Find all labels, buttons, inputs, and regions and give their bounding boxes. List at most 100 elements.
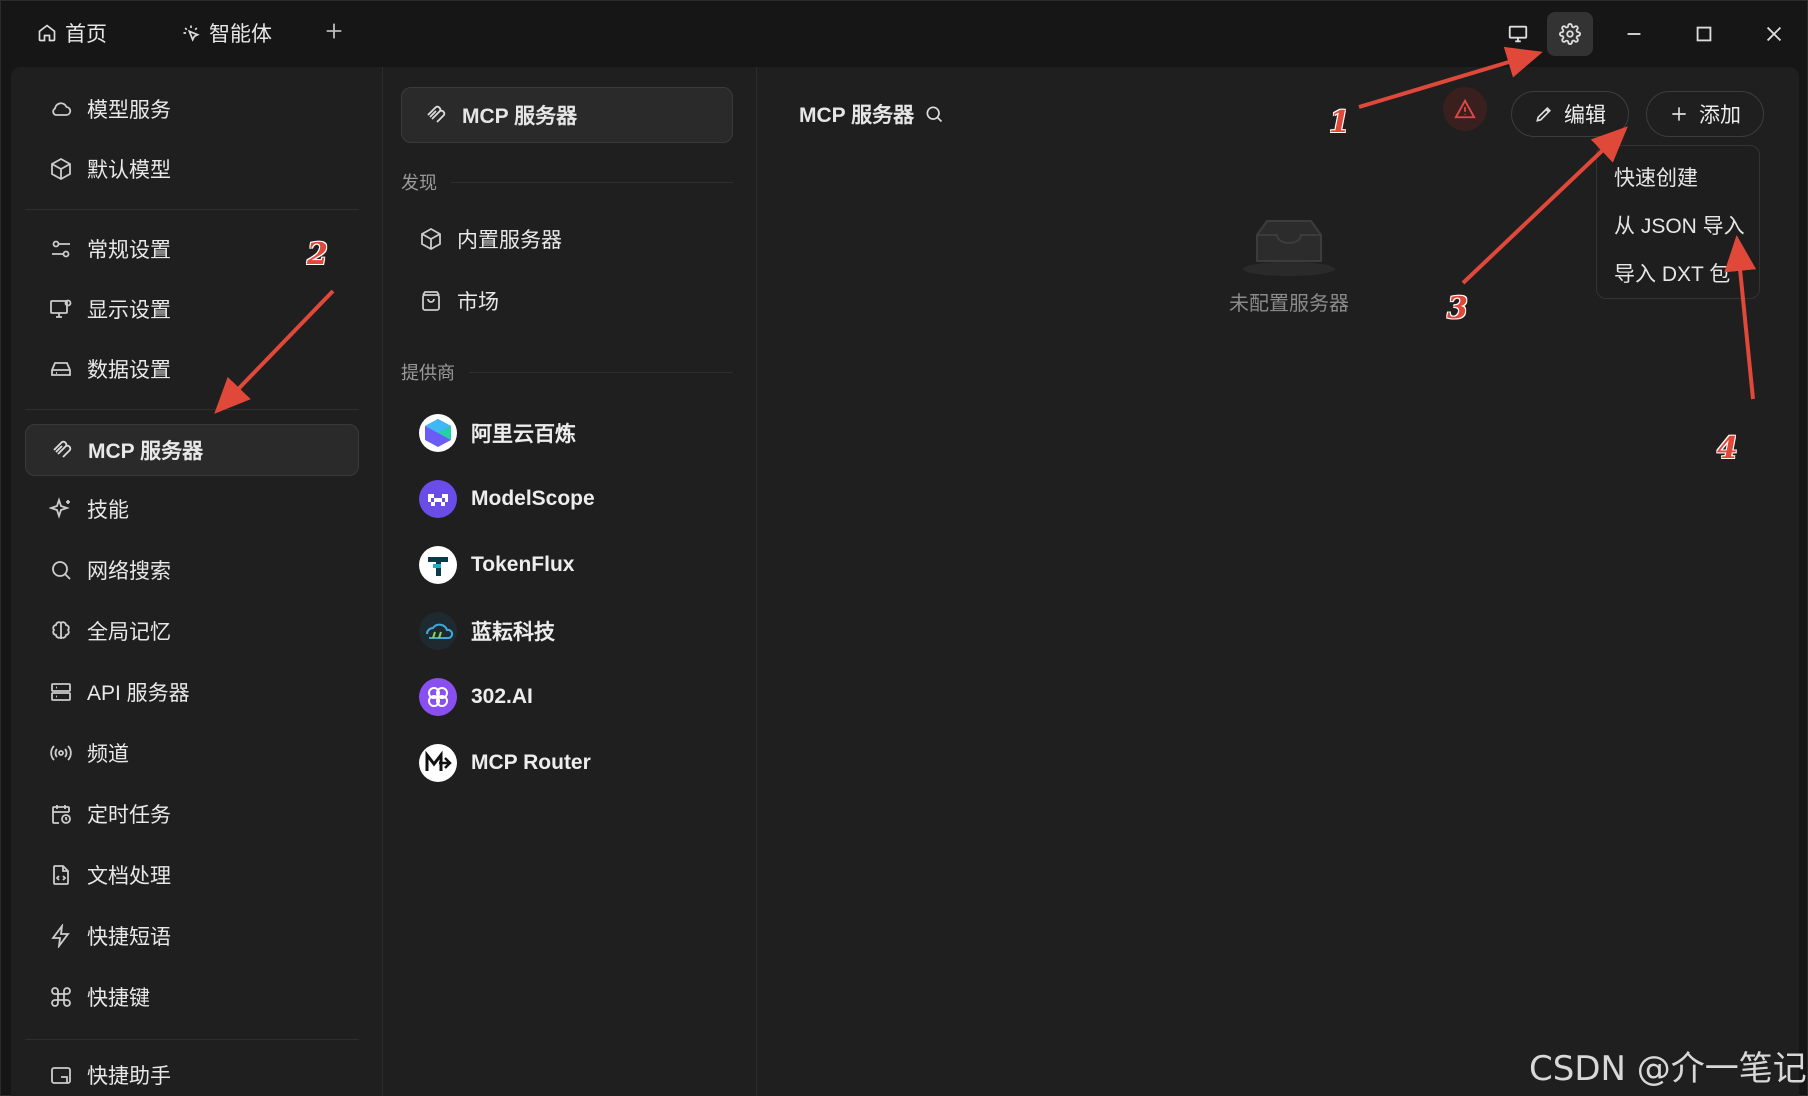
tab-home-label: 首页 — [65, 23, 107, 46]
discover-label: 发现 — [401, 173, 437, 193]
search-icon — [52, 561, 71, 580]
empty-inbox-icon — [1243, 220, 1335, 276]
annotation-number-1: 1 — [1329, 105, 1350, 140]
mcp-sub-sidebar: MCP 服务器 发现 内置服务器 市场 提供商 阿里云百炼 ModelScope… — [383, 67, 757, 1096]
provider-item-bailian[interactable]: 阿里云百炼 — [419, 411, 576, 455]
sidebar-item-api-server[interactable]: API 服务器 — [25, 666, 359, 718]
new-tab-button[interactable] — [321, 18, 347, 44]
close-icon — [1766, 26, 1782, 42]
sidebar-item-label: 显示设置 — [87, 299, 171, 322]
providers-label: 提供商 — [401, 363, 455, 383]
cloud-icon — [52, 102, 72, 116]
page-title-text: MCP 服务器 — [799, 104, 915, 127]
empty-state: 未配置服务器 — [1219, 213, 1359, 316]
minimize-button[interactable] — [1611, 12, 1657, 56]
builtin-servers-label: 内置服务器 — [457, 229, 562, 252]
mcp-icon — [53, 440, 72, 458]
edit-button[interactable]: 编辑 — [1511, 91, 1629, 137]
sidebar-item-display-settings[interactable]: 显示设置 — [25, 283, 359, 335]
section-divider — [469, 371, 733, 373]
annotation-number-2: 2 — [307, 237, 328, 272]
display-toggle-button[interactable] — [1495, 12, 1541, 56]
zap-icon — [51, 924, 70, 948]
plus-icon — [326, 23, 342, 39]
sidebar-item-channel[interactable]: 频道 — [25, 727, 359, 779]
page-title: MCP 服务器 — [799, 99, 944, 129]
tab-home[interactable]: 首页 — [37, 15, 107, 51]
sparkle-cursor-icon — [183, 25, 200, 42]
sliders-icon — [52, 240, 70, 258]
mcp-servers-header-label: MCP 服务器 — [462, 105, 578, 128]
sidebar-item-label: 网络搜索 — [87, 560, 171, 583]
provider-label: 蓝耘科技 — [471, 621, 555, 644]
sidebar-item-label: 文档处理 — [87, 865, 171, 888]
command-icon — [51, 987, 71, 1007]
sidebar-item-default-model[interactable]: 默认模型 — [25, 143, 359, 195]
sidebar-item-web-search[interactable]: 网络搜索 — [25, 544, 359, 596]
builtin-servers-item[interactable]: 内置服务器 — [419, 217, 562, 261]
settings-button[interactable] — [1547, 12, 1593, 56]
search-icon[interactable] — [924, 104, 944, 124]
warning-icon — [1454, 98, 1476, 119]
pencil-icon — [1536, 106, 1552, 122]
tab-agent[interactable]: 智能体 — [181, 15, 272, 51]
settings-sidebar: 模型服务 默认模型 常规设置 显示设置 数据设置 MCP 服务器 技能 网络搜索… — [11, 67, 383, 1096]
provider-item-mcp-router[interactable]: MCP Router — [419, 741, 591, 785]
sidebar-divider — [25, 1039, 359, 1040]
brain-icon — [52, 621, 70, 639]
sparkles-icon — [49, 497, 70, 519]
sidebar-item-label: 定时任务 — [87, 804, 171, 827]
mcp-router-logo-icon — [419, 744, 457, 782]
menu-item-import-json[interactable]: 从 JSON 导入 — [1614, 210, 1745, 240]
home-icon — [38, 24, 56, 42]
302ai-logo-icon — [419, 678, 457, 716]
add-button[interactable]: 添加 — [1646, 91, 1764, 137]
sidebar-item-scheduled-tasks[interactable]: 定时任务 — [25, 788, 359, 840]
maximize-button[interactable] — [1681, 12, 1727, 56]
annotation-number-4: 4 — [1717, 431, 1738, 466]
content-area: 模型服务 默认模型 常规设置 显示设置 数据设置 MCP 服务器 技能 网络搜索… — [11, 67, 1799, 1096]
sidebar-item-model-service[interactable]: 模型服务 — [25, 83, 359, 135]
sidebar-item-quick-assistant[interactable]: 快捷助手 — [25, 1049, 359, 1096]
market-item[interactable]: 市场 — [419, 279, 499, 323]
provider-label: ModelScope — [471, 487, 595, 510]
watermark: CSDN @介一笔记 — [1529, 1049, 1807, 1089]
provider-label: 302.AI — [471, 685, 533, 708]
sidebar-item-data-settings[interactable]: 数据设置 — [25, 343, 359, 395]
provider-item-302ai[interactable]: 302.AI — [419, 675, 533, 719]
cube-icon — [51, 157, 71, 181]
monitor-icon — [1508, 25, 1528, 43]
lanyun-logo-icon — [419, 612, 457, 650]
sidebar-item-label: API 服务器 — [87, 682, 190, 705]
sidebar-item-global-memory[interactable]: 全局记忆 — [25, 605, 359, 657]
warning-button[interactable] — [1443, 87, 1487, 131]
package-icon — [421, 227, 441, 251]
menu-item-quick-create[interactable]: 快速创建 — [1614, 162, 1698, 192]
app-window: 首页 智能体 模型服务 默认模型 常规设置 显示设置 数据设置 MCP 服务器 … — [0, 0, 1808, 1096]
title-bar: 首页 智能体 — [1, 1, 1808, 67]
modelscope-logo-icon — [419, 480, 457, 518]
provider-label: 阿里云百炼 — [471, 423, 576, 446]
bailian-logo-icon — [419, 414, 457, 452]
sidebar-item-mcp-server[interactable]: MCP 服务器 — [25, 424, 359, 476]
provider-label: TokenFlux — [471, 553, 575, 576]
sidebar-item-skills[interactable]: 技能 — [25, 483, 359, 535]
minimize-icon — [1627, 33, 1641, 35]
mcp-servers-header-button[interactable]: MCP 服务器 — [401, 87, 733, 143]
provider-item-lanyun[interactable]: 蓝耘科技 — [419, 609, 555, 653]
close-button[interactable] — [1751, 12, 1797, 56]
sidebar-item-document-processing[interactable]: 文档处理 — [25, 849, 359, 901]
sidebar-item-quick-phrases[interactable]: 快捷短语 — [25, 910, 359, 962]
sidebar-item-label: 技能 — [87, 499, 129, 522]
add-dropdown-menu: 快速创建 从 JSON 导入 导入 DXT 包 — [1596, 145, 1760, 299]
provider-item-tokenflux[interactable]: TokenFlux — [419, 543, 574, 587]
provider-item-modelscope[interactable]: ModelScope — [419, 477, 595, 521]
mcp-icon — [427, 105, 446, 123]
calendar-clock-icon — [52, 805, 71, 824]
sidebar-divider — [25, 409, 359, 410]
menu-item-import-dxt[interactable]: 导入 DXT 包 — [1614, 258, 1730, 288]
sidebar-item-shortcuts[interactable]: 快捷键 — [25, 971, 359, 1023]
discover-section-heading: 发现 — [401, 169, 733, 195]
add-button-label: 添加 — [1699, 104, 1741, 127]
tab-agent-label: 智能体 — [209, 23, 272, 46]
